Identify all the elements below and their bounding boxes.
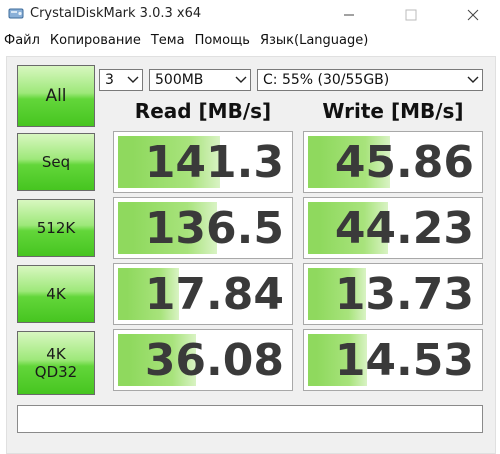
test-count-value: 3: [105, 72, 114, 88]
menu-language[interactable]: Язык(Language): [255, 31, 373, 53]
result-value: 17.84: [144, 269, 284, 320]
read-header: Read [MB/s]: [134, 99, 272, 123]
4k-qd32-button-label: 4K: [46, 345, 66, 363]
seq-read-result: 141.3: [113, 131, 293, 193]
seq-button-label: Seq: [41, 153, 71, 171]
drive-value: C: 55% (30/55GB): [263, 72, 390, 88]
512k-button[interactable]: 512K: [17, 199, 95, 257]
menu-copy[interactable]: Копирование: [45, 31, 146, 53]
menu-help[interactable]: Помощь: [190, 31, 255, 53]
4k-read-result: 17.84: [113, 263, 293, 325]
seq-button[interactable]: Seq: [17, 133, 95, 191]
result-value: 14.53: [334, 335, 474, 386]
chevron-down-icon: [232, 76, 250, 84]
app-disk-icon: [8, 5, 24, 21]
chevron-down-icon: [124, 76, 142, 84]
result-value: 36.08: [144, 335, 284, 386]
result-value: 141.3: [144, 137, 284, 188]
result-value: 45.86: [334, 137, 474, 188]
menu-bar: Файл Копирование Тема Помощь Язык(Langua…: [0, 31, 500, 53]
write-header: Write [MB/s]: [322, 99, 464, 123]
close-button[interactable]: [450, 0, 496, 30]
all-button-label: All: [45, 86, 67, 106]
crystaldiskmark-window: CrystalDiskMark 3.0.3 x64 Файл Копирован…: [0, 0, 500, 454]
4k-qd32-write-result: 14.53: [303, 329, 483, 391]
4k-button[interactable]: 4K: [17, 265, 95, 323]
4k-write-result: 13.73: [303, 263, 483, 325]
4k-qd32-read-result: 36.08: [113, 329, 293, 391]
test-size-value: 500MB: [155, 72, 204, 88]
menu-theme[interactable]: Тема: [146, 31, 190, 53]
test-size-select[interactable]: 500MB: [149, 69, 251, 91]
result-value: 44.23: [334, 203, 474, 254]
all-button[interactable]: All: [17, 65, 95, 127]
test-count-select[interactable]: 3: [99, 69, 143, 91]
drive-select[interactable]: C: 55% (30/55GB): [257, 69, 483, 91]
title-bar: CrystalDiskMark 3.0.3 x64: [0, 0, 500, 30]
comment-field[interactable]: [17, 405, 483, 433]
512k-button-label: 512K: [36, 219, 76, 237]
benchmark-panel: All 3 500MB C: 55% (30/55GB) Read [MB/s]…: [6, 56, 496, 454]
result-value: 136.5: [144, 203, 284, 254]
4k-button-label: 4K: [46, 285, 66, 303]
minimize-button[interactable]: [326, 0, 372, 30]
chevron-down-icon: [464, 76, 482, 84]
menu-file[interactable]: Файл: [0, 31, 45, 53]
seq-write-result: 45.86: [303, 131, 483, 193]
4k-qd32-button-sublabel: QD32: [34, 363, 78, 381]
maximize-button[interactable]: [388, 0, 434, 30]
512k-write-result: 44.23: [303, 197, 483, 259]
4k-qd32-button[interactable]: 4K QD32: [17, 331, 95, 395]
512k-read-result: 136.5: [113, 197, 293, 259]
window-title: CrystalDiskMark 3.0.3 x64: [30, 6, 202, 21]
result-value: 13.73: [334, 269, 474, 320]
